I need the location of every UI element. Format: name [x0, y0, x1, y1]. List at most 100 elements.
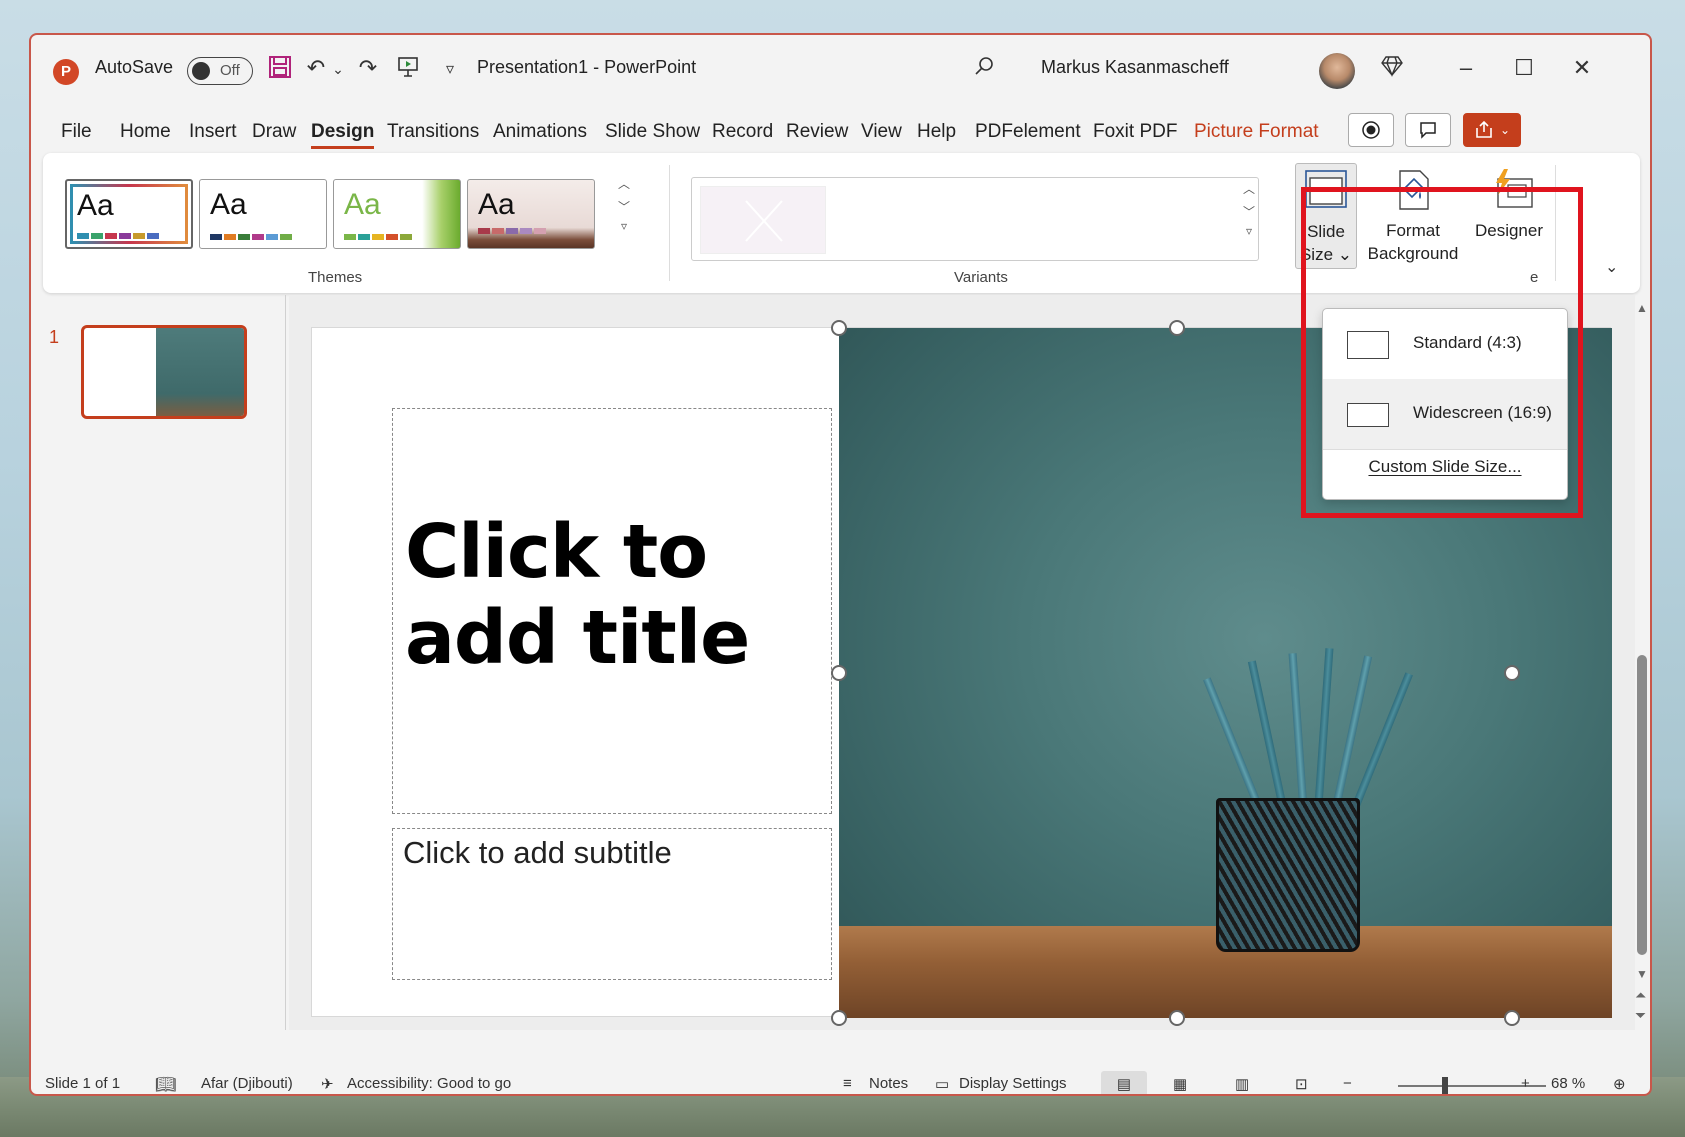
title-placeholder[interactable]: Click to add title: [392, 408, 832, 814]
normal-view-icon[interactable]: ▤: [1101, 1071, 1147, 1094]
vertical-scrollbar[interactable]: ▲ ▼ ⏶ ⏷: [1633, 295, 1650, 1030]
tab-review[interactable]: Review: [786, 121, 848, 143]
autosave-toggle[interactable]: Off: [187, 57, 253, 85]
tab-draw[interactable]: Draw: [252, 121, 296, 143]
tab-transitions[interactable]: Transitions: [387, 121, 479, 143]
theme-office[interactable]: Aa: [65, 179, 193, 249]
next-slide-icon[interactable]: ⏷: [1635, 1007, 1646, 1024]
theme-preview-text: Aa: [344, 188, 381, 221]
theme-preview-text: Aa: [478, 188, 515, 221]
minimize-icon[interactable]: –: [1451, 55, 1481, 81]
zoom-in-button[interactable]: +: [1521, 1075, 1530, 1092]
accessibility-status[interactable]: Accessibility: Good to go: [347, 1075, 511, 1092]
resize-handle[interactable]: [831, 665, 847, 681]
scroll-down-icon[interactable]: ﹀: [618, 198, 630, 215]
share-button[interactable]: ⌄: [1463, 113, 1521, 147]
powerpoint-icon: P: [53, 59, 79, 85]
display-settings-icon: ▭: [935, 1076, 950, 1093]
spelling-icon[interactable]: 📖︎: [155, 1075, 177, 1094]
record-button[interactable]: [1348, 113, 1394, 147]
resize-handle[interactable]: [831, 1010, 847, 1026]
empty-variant-icon: [745, 200, 783, 242]
redo-icon[interactable]: ↷: [353, 55, 383, 81]
fit-slide-icon[interactable]: ⊕: [1613, 1075, 1626, 1093]
scrollbar-thumb[interactable]: [1637, 655, 1647, 955]
theme-swatches: [344, 234, 412, 240]
resize-handle[interactable]: [1504, 1010, 1520, 1026]
scroll-up-icon[interactable]: ︿: [618, 175, 630, 192]
save-icon[interactable]: [265, 55, 295, 85]
present-icon[interactable]: [393, 55, 423, 85]
tab-pdfelement[interactable]: PDFelement: [975, 121, 1081, 143]
themes-group-label: Themes: [308, 269, 363, 286]
zoom-slider-thumb[interactable]: [1442, 1077, 1448, 1094]
resize-handle[interactable]: [1169, 1010, 1185, 1026]
close-icon[interactable]: ✕: [1567, 55, 1597, 81]
themes-scroll: ︿ ﹀ ▿: [615, 175, 633, 253]
pencil-cup: [1216, 798, 1360, 952]
scroll-up-icon[interactable]: ︿: [1243, 180, 1255, 197]
more-variants-icon[interactable]: ▿: [1246, 224, 1252, 238]
resize-handle[interactable]: [1169, 320, 1185, 336]
slideshow-view-icon[interactable]: ⊡: [1295, 1075, 1308, 1093]
user-name[interactable]: Markus Kasanmascheff: [1041, 57, 1229, 78]
avatar[interactable]: [1319, 53, 1355, 89]
slide-count: Slide 1 of 1: [45, 1075, 121, 1092]
tab-home[interactable]: Home: [120, 121, 171, 143]
slide-title: Click to add title: [405, 509, 750, 681]
theme-preview-text: Aa: [77, 189, 114, 222]
scroll-down-icon[interactable]: ﹀: [1243, 203, 1255, 220]
display-settings-button[interactable]: Display Settings: [959, 1075, 1067, 1092]
comment-icon: [1420, 122, 1436, 139]
tab-design[interactable]: Design: [311, 121, 375, 149]
pane-divider: [285, 295, 286, 1030]
zoom-out-button[interactable]: −: [1343, 1075, 1352, 1092]
tab-animations[interactable]: Animations: [493, 121, 587, 143]
share-dropdown-icon: ⌄: [1499, 123, 1511, 137]
customize-qat-icon[interactable]: ▿: [435, 59, 465, 79]
theme-integral[interactable]: Aa: [467, 179, 595, 249]
tab-foxit-pdf[interactable]: Foxit PDF: [1093, 121, 1177, 143]
tab-help[interactable]: Help: [917, 121, 956, 143]
language-indicator[interactable]: Afar (Djibouti): [201, 1075, 293, 1092]
diamond-icon[interactable]: [1377, 55, 1407, 83]
collapse-ribbon-icon[interactable]: ⌄: [1605, 257, 1618, 277]
theme-swatches: [77, 233, 159, 239]
reading-view-icon[interactable]: ▥: [1235, 1075, 1249, 1093]
tab-picture-format[interactable]: Picture Format: [1194, 121, 1319, 143]
maximize-icon[interactable]: ☐: [1509, 55, 1539, 81]
tab-insert[interactable]: Insert: [189, 121, 237, 143]
tab-view[interactable]: View: [861, 121, 902, 143]
pencil: [1288, 653, 1307, 804]
slide-thumbnail[interactable]: [81, 325, 247, 419]
theme-preview-text: Aa: [210, 188, 247, 221]
slides-pane: 1: [31, 305, 271, 1035]
scroll-down-icon[interactable]: ▼: [1636, 967, 1648, 981]
previous-slide-icon[interactable]: ⏶: [1635, 987, 1646, 1004]
autosave-state: Off: [220, 62, 240, 79]
resize-handle[interactable]: [831, 320, 847, 336]
zoom-level[interactable]: 68 %: [1551, 1075, 1585, 1092]
more-themes-icon[interactable]: ▿: [621, 219, 627, 233]
divider: [669, 165, 670, 281]
search-icon[interactable]: [969, 55, 999, 83]
scroll-up-icon[interactable]: ▲: [1636, 301, 1648, 315]
undo-dropdown-icon[interactable]: ⌄: [323, 61, 353, 78]
tab-record[interactable]: Record: [712, 121, 773, 143]
share-icon: [1476, 120, 1492, 138]
highlight-box: [1301, 187, 1583, 518]
subtitle-placeholder[interactable]: Click to add subtitle: [392, 828, 832, 980]
variant-thumbnail[interactable]: [700, 186, 826, 254]
comments-button[interactable]: [1405, 113, 1451, 147]
tab-slide-show[interactable]: Slide Show: [605, 121, 700, 143]
slide-sorter-icon[interactable]: ▦: [1173, 1075, 1187, 1093]
theme-facet[interactable]: Aa: [333, 179, 461, 249]
slide-number: 1: [49, 327, 60, 347]
autosave-label: AutoSave: [95, 57, 174, 77]
variants-scroll: ︿ ﹀ ▿: [1240, 180, 1258, 260]
theme-plain[interactable]: Aa: [199, 179, 327, 249]
resize-handle[interactable]: [1504, 665, 1520, 681]
notes-button[interactable]: Notes: [869, 1075, 908, 1092]
slide-subtitle: Click to add subtitle: [403, 835, 672, 870]
tab-file[interactable]: File: [61, 121, 92, 143]
